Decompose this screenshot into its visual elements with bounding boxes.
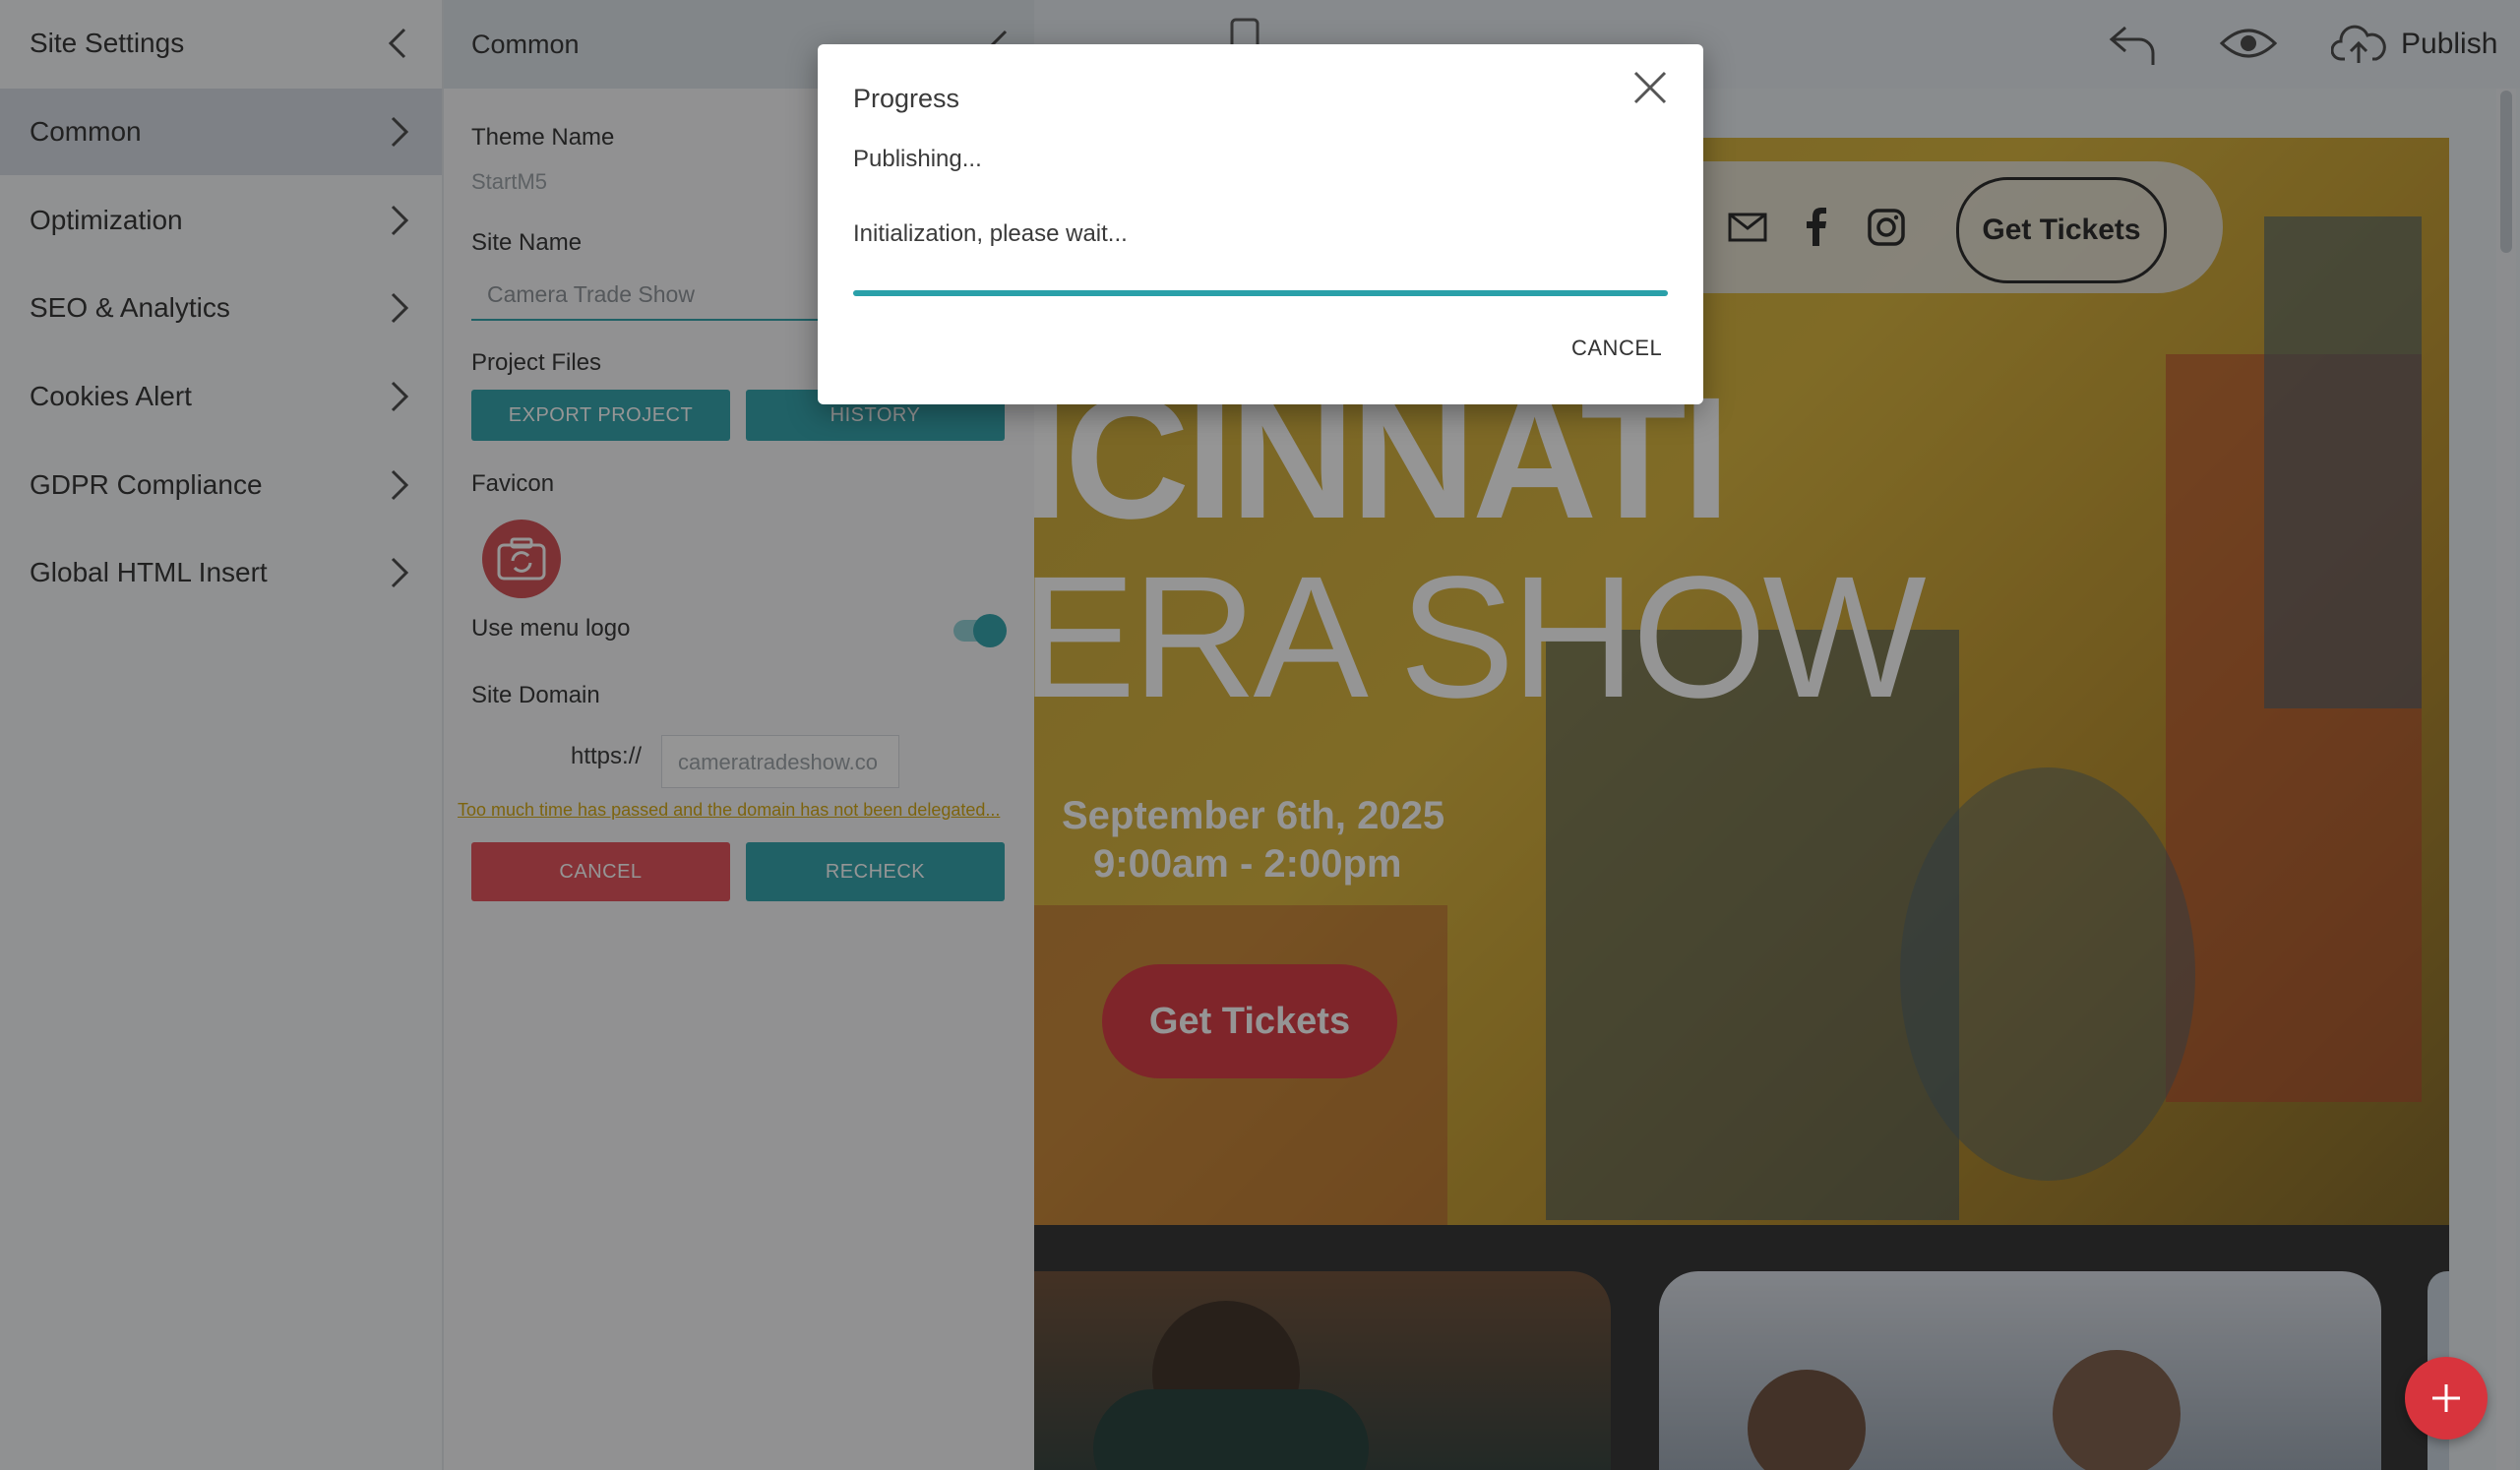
dialog-message: Initialization, please wait...: [853, 220, 1128, 247]
progress-bar: [853, 290, 1668, 296]
dialog-cancel-button[interactable]: CANCEL: [1571, 336, 1662, 361]
dialog-title: Progress: [853, 84, 960, 113]
plus-icon: [2432, 1384, 2460, 1412]
add-block-button[interactable]: [2405, 1357, 2488, 1439]
dialog-status: Publishing...: [853, 146, 982, 172]
close-icon[interactable]: [1632, 70, 1668, 105]
progress-dialog: Progress Publishing... Initialization, p…: [818, 44, 1703, 404]
progress-bar-fill: [853, 290, 1668, 296]
